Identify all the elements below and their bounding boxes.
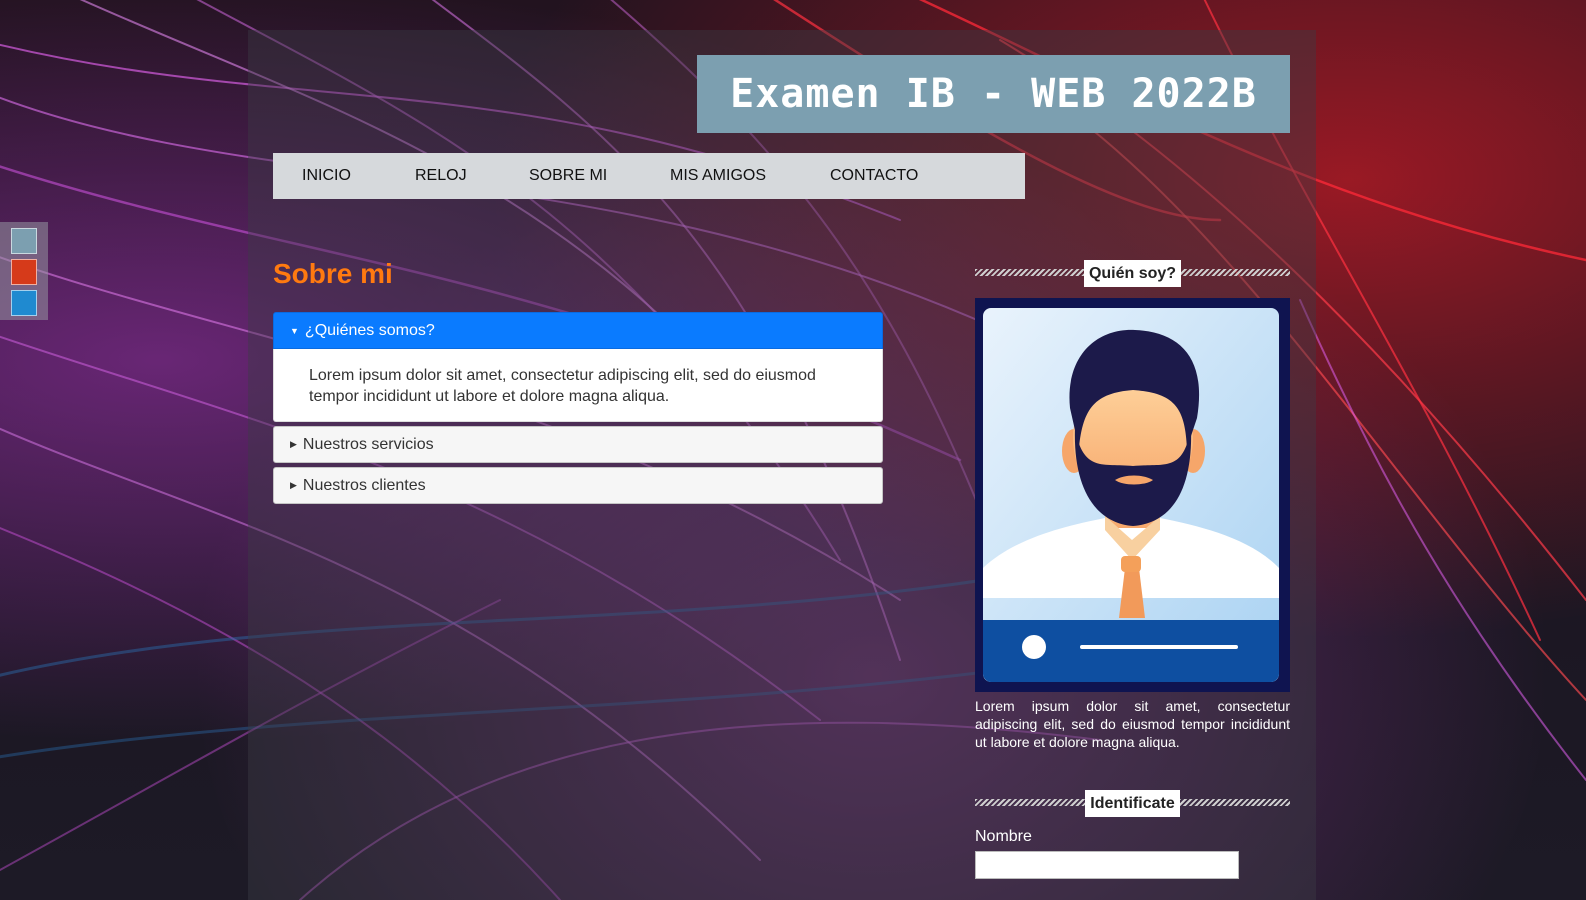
nav-item-mis-amigos[interactable]: MIS AMIGOS	[670, 167, 766, 185]
accordion-label: Nuestros servicios	[302, 435, 434, 453]
name-input[interactable]	[975, 851, 1239, 879]
avatar	[975, 298, 1290, 692]
theme-switcher	[0, 222, 48, 320]
nav-item-inicio[interactable]: INICIO	[302, 167, 351, 185]
accordion-panel: Lorem ipsum dolor sit amet, consectetur …	[273, 349, 883, 422]
nav-item-contacto[interactable]: CONTACTO	[830, 167, 918, 185]
accordion-label: ¿Quiénes somos?	[304, 321, 435, 339]
name-label: Nombre	[975, 828, 1032, 845]
about-text: Lorem ipsum dolor sit amet, consectetur …	[975, 698, 1290, 750]
form-heading-label: Identificate	[1085, 790, 1180, 817]
form-heading: Identificate	[975, 790, 1290, 817]
about-heading: Quién soy?	[975, 260, 1290, 287]
accordion: ▼ ¿Quiénes somos? Lorem ipsum dolor sit …	[273, 312, 883, 504]
section-title: Sobre mi	[273, 258, 393, 289]
main-nav: INICIO RELOJ SOBRE MI MIS AMIGOS CONTACT…	[273, 153, 1025, 199]
site-title: Examen IB - WEB 2022B	[730, 71, 1257, 117]
accordion-header-nuestros-clientes[interactable]: ▶ Nuestros clientes	[273, 467, 883, 504]
caret-right-icon: ▶	[290, 480, 297, 490]
theme-swatch-gray[interactable]	[11, 228, 37, 254]
accordion-content: Lorem ipsum dolor sit amet, consectetur …	[309, 367, 816, 405]
theme-swatch-blue[interactable]	[11, 290, 37, 316]
accordion-label: Nuestros clientes	[302, 476, 426, 494]
avatar-illustration	[983, 308, 1279, 682]
accordion-header-quienes-somos[interactable]: ▼ ¿Quiénes somos?	[273, 312, 883, 349]
caret-down-icon: ▼	[290, 325, 299, 336]
caret-right-icon: ▶	[290, 439, 297, 449]
accordion-header-nuestros-servicios[interactable]: ▶ Nuestros servicios	[273, 426, 883, 463]
site-header: Examen IB - WEB 2022B	[697, 55, 1290, 133]
nav-item-reloj[interactable]: RELOJ	[415, 167, 467, 185]
about-heading-label: Quién soy?	[1083, 260, 1182, 287]
theme-swatch-red[interactable]	[11, 259, 37, 285]
nav-item-sobre-mi[interactable]: SOBRE MI	[529, 167, 607, 185]
